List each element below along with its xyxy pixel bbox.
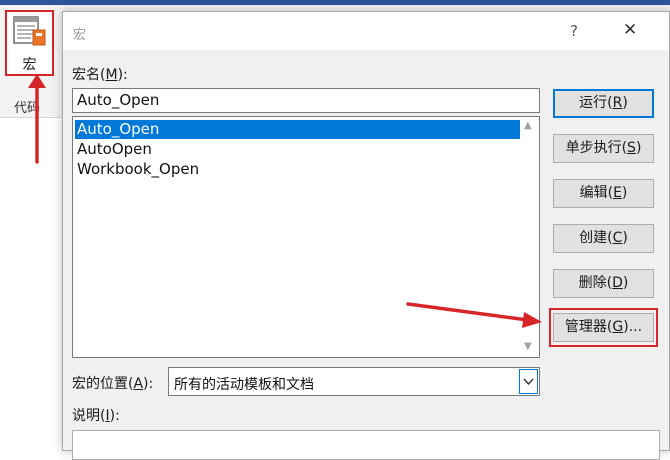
macro-location-select[interactable]: 所有的活动模板和文档 bbox=[168, 367, 540, 396]
macro-name-label-suffix: ): bbox=[117, 67, 128, 83]
chevron-down-icon bbox=[523, 378, 534, 386]
macro-dialog: 宏 ? ✕ 宏名(M): Auto_Open Auto_Open AutoOpe… bbox=[62, 11, 670, 460]
create-button-hotkey: C bbox=[612, 230, 623, 246]
edit-button-text: 编辑( bbox=[579, 185, 614, 201]
step-into-button-text: 单步执行( bbox=[565, 140, 628, 156]
macro-list[interactable]: Auto_Open AutoOpen Workbook_Open ▲ ▼ bbox=[72, 116, 540, 358]
delete-button-hotkey: D bbox=[612, 275, 623, 291]
delete-button[interactable]: 删除(D) bbox=[553, 269, 654, 298]
code-group-label: 代码 bbox=[14, 101, 41, 116]
macro-sheet-icon bbox=[13, 16, 46, 46]
dialog-title-bar: 宏 ? ✕ bbox=[63, 12, 669, 50]
macro-location-label: 宏的位置(A): bbox=[72, 373, 153, 393]
macros-button-label: 宏 bbox=[22, 57, 37, 73]
create-button-suffix: ) bbox=[622, 230, 628, 246]
macro-location-label-suffix: ): bbox=[143, 376, 154, 392]
close-button[interactable]: ✕ bbox=[623, 20, 637, 40]
create-button-text: 创建( bbox=[579, 230, 613, 246]
macro-list-item[interactable]: Workbook_Open bbox=[75, 160, 520, 179]
organizer-button-text: 管理器( bbox=[564, 319, 613, 335]
description-label-text: 说明( bbox=[72, 408, 106, 424]
macro-name-label: 宏名(M): bbox=[72, 64, 128, 84]
macro-name-label-hotkey: M bbox=[105, 67, 118, 83]
description-label: 说明(I): bbox=[72, 405, 120, 425]
delete-button-suffix: ) bbox=[622, 275, 629, 291]
run-button-text: 运行( bbox=[579, 95, 613, 111]
macro-location-value: 所有的活动模板和文档 bbox=[174, 377, 314, 393]
run-button-hotkey: R bbox=[612, 95, 623, 111]
macro-list-scrollbar[interactable]: ▲ ▼ bbox=[520, 117, 539, 357]
macro-list-item[interactable]: AutoOpen bbox=[75, 140, 520, 159]
edit-button-hotkey: E bbox=[613, 185, 622, 201]
step-into-button-hotkey: S bbox=[627, 140, 636, 156]
organizer-button-suffix: )... bbox=[623, 319, 643, 335]
help-button[interactable]: ? bbox=[570, 22, 578, 40]
run-button-suffix: ) bbox=[622, 95, 628, 111]
macro-name-input[interactable]: Auto_Open bbox=[72, 88, 540, 113]
description-label-suffix: ): bbox=[109, 408, 120, 424]
step-into-button[interactable]: 单步执行(S) bbox=[553, 134, 654, 163]
create-button[interactable]: 创建(C) bbox=[553, 224, 654, 253]
location-dropdown-button[interactable] bbox=[519, 369, 538, 394]
edit-button-suffix: ) bbox=[621, 185, 628, 201]
macro-location-label-hotkey: A bbox=[133, 376, 144, 392]
run-button[interactable]: 运行(R) bbox=[553, 89, 654, 118]
macros-ribbon-button[interactable]: 宏 bbox=[5, 10, 54, 76]
step-into-button-suffix: ) bbox=[635, 140, 642, 156]
macro-name-label-text: 宏名( bbox=[72, 67, 106, 83]
organizer-button-hotkey: G bbox=[612, 319, 624, 335]
macro-location-label-text: 宏的位置( bbox=[72, 376, 134, 392]
organizer-button[interactable]: 管理器(G)... bbox=[553, 313, 654, 342]
edit-button[interactable]: 编辑(E) bbox=[553, 179, 654, 208]
dialog-title: 宏 bbox=[73, 28, 87, 43]
macro-list-item[interactable]: Auto_Open bbox=[75, 120, 520, 139]
scroll-down-arrow-icon[interactable]: ▼ bbox=[524, 341, 532, 352]
scroll-up-arrow-icon[interactable]: ▲ bbox=[524, 120, 532, 131]
description-field[interactable] bbox=[72, 430, 660, 460]
delete-button-text: 删除( bbox=[578, 275, 613, 291]
